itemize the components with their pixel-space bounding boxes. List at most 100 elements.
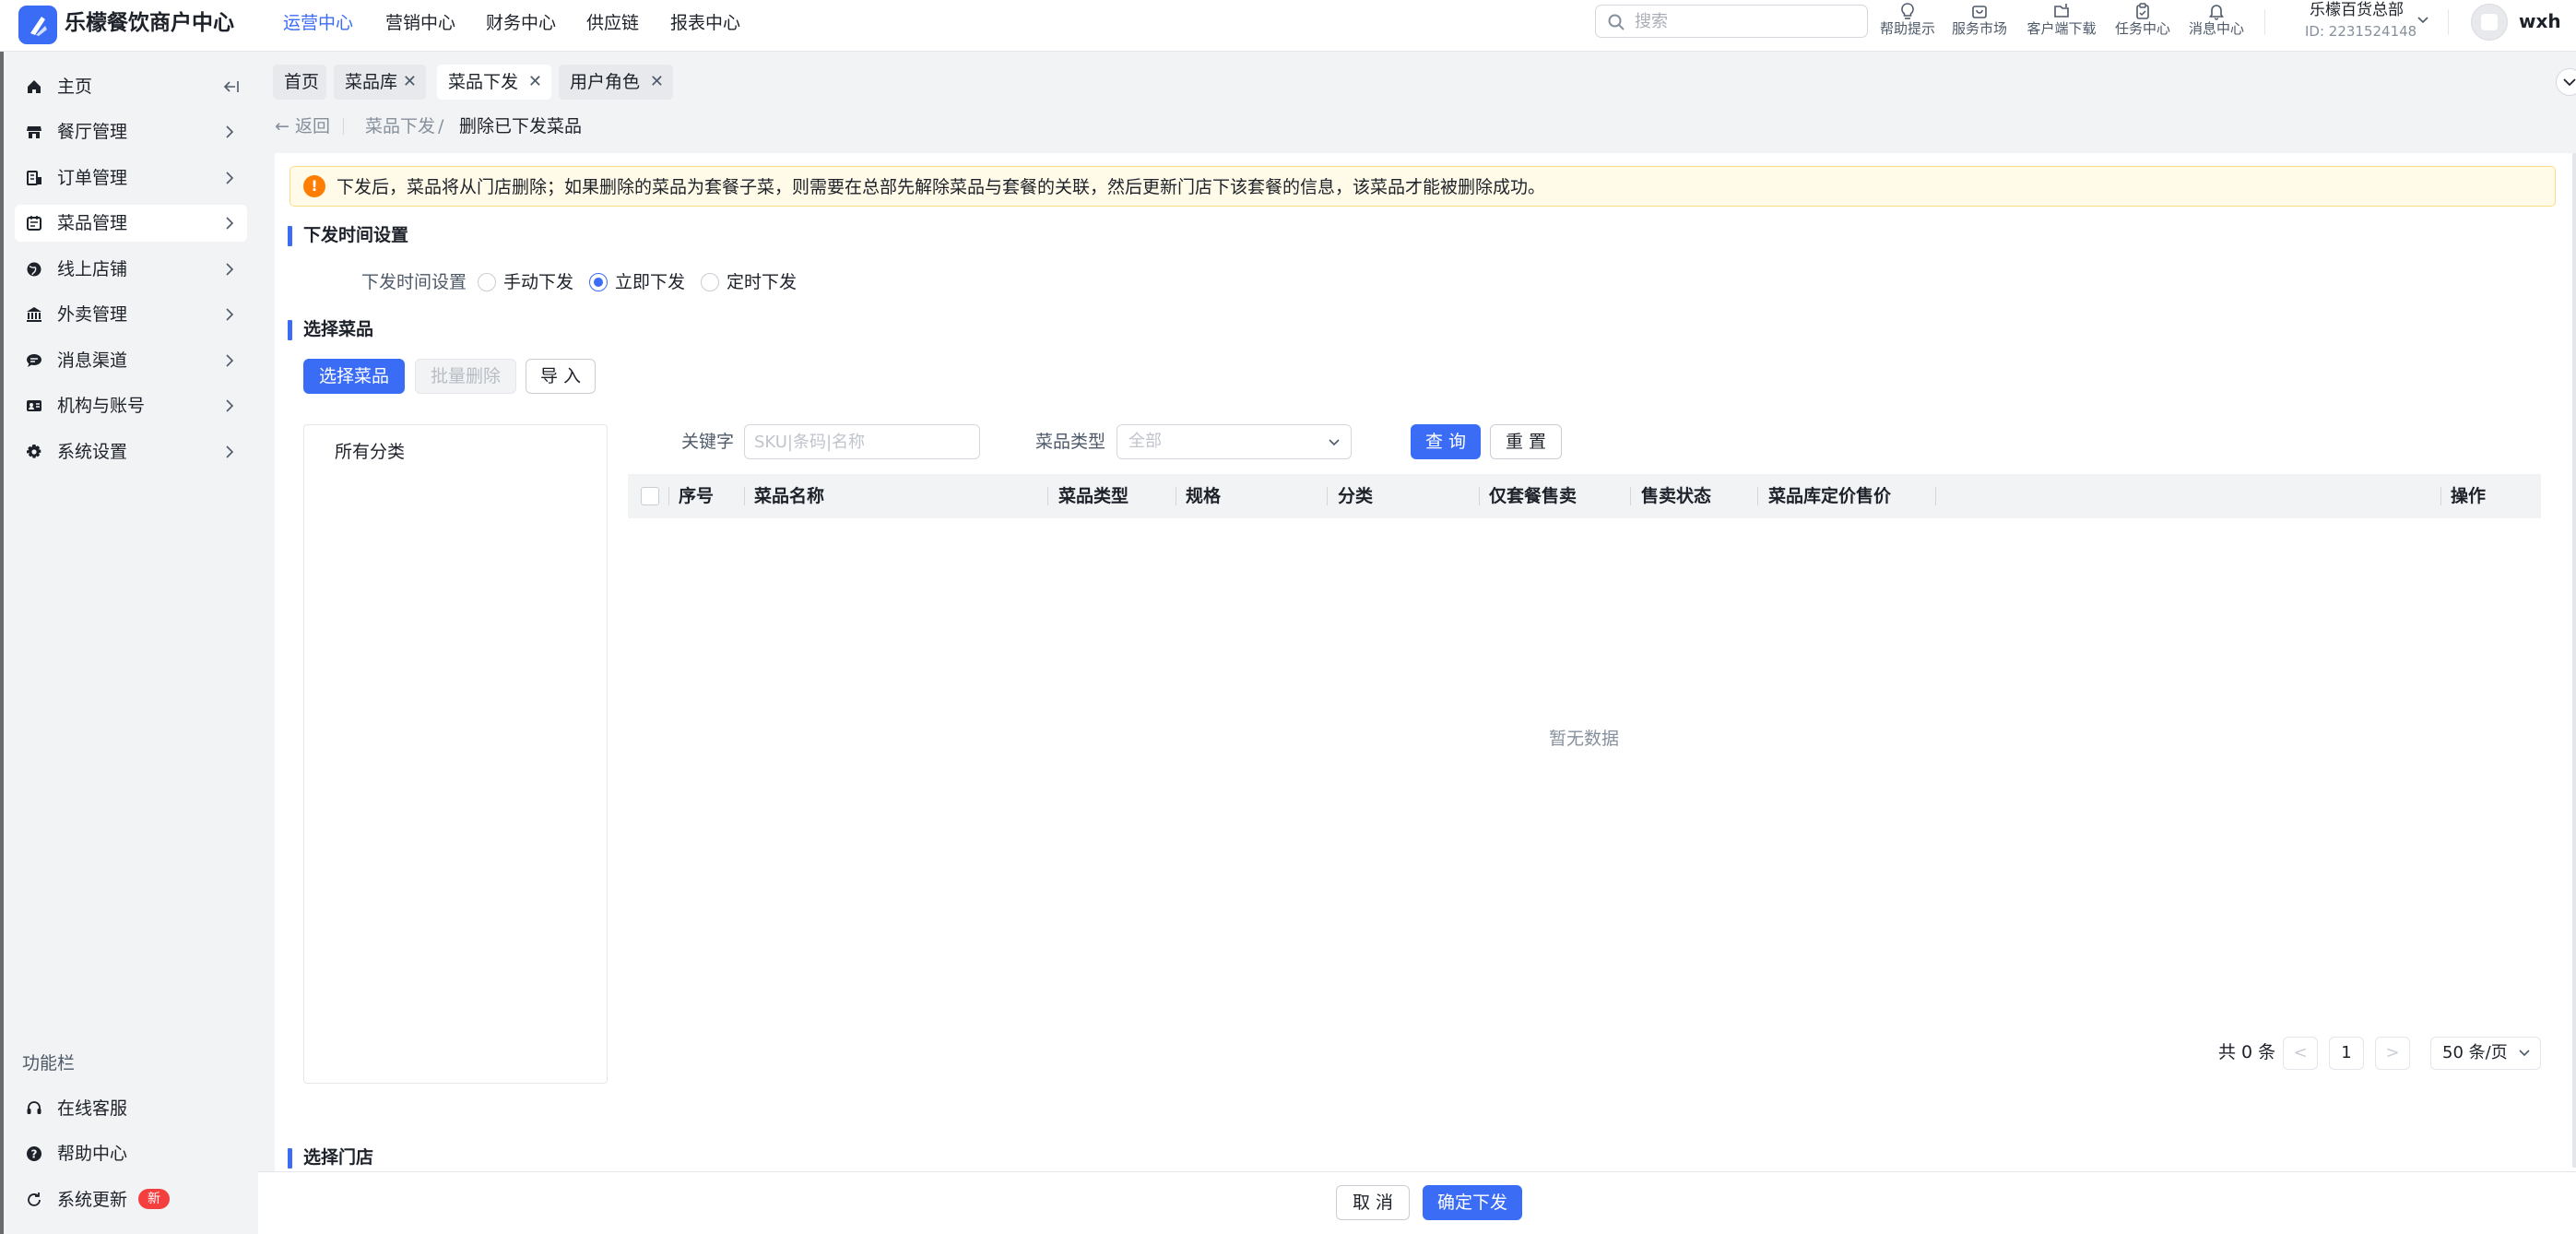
radio-scheduled[interactable]: 定时下发 — [701, 270, 797, 294]
tab-label: 菜品库 — [345, 72, 398, 92]
online-service-label: 在线客服 — [57, 1098, 128, 1119]
back-link[interactable]: ← 返回 — [275, 114, 330, 138]
app-logo-icon[interactable] — [18, 6, 57, 44]
prev-page-button[interactable]: < — [2283, 1037, 2318, 1070]
page-size-select[interactable]: 50 条/页 — [2430, 1037, 2541, 1070]
divider — [2264, 9, 2265, 35]
home-icon — [28, 80, 41, 93]
online-service-item[interactable]: 在线客服 — [15, 1090, 247, 1127]
message-center-button[interactable]: 消息中心 — [2179, 0, 2254, 44]
import-button[interactable]: 导 入 — [526, 359, 596, 394]
divider — [343, 118, 344, 135]
topnav-marketing[interactable]: 营销中心 — [385, 11, 455, 35]
keyword-label: 关键字 — [681, 432, 735, 452]
username[interactable]: wxh — [2519, 9, 2561, 33]
column-divider — [1327, 487, 1328, 505]
help-center-label: 帮助中心 — [57, 1144, 128, 1164]
scrollbar[interactable] — [2572, 153, 2576, 1168]
breadcrumb-current: 删除已下发菜品 — [459, 116, 583, 136]
page-number-button[interactable]: 1 — [2329, 1037, 2364, 1070]
page-size-value: 50 条/页 — [2442, 1043, 2508, 1062]
message-center-label: 消息中心 — [2188, 20, 2244, 37]
sidebar-item-settings[interactable]: 系统设置 — [15, 433, 247, 470]
dish-type-value: 全部 — [1128, 432, 1162, 451]
main-card — [275, 153, 2576, 1171]
avatar[interactable] — [2471, 4, 2508, 41]
close-icon[interactable]: ✕ — [650, 65, 664, 100]
radio-circle — [478, 273, 496, 291]
tab-dish-library[interactable]: 菜品库 ✕ — [334, 65, 426, 100]
bell-icon — [2208, 5, 2225, 20]
tab-home[interactable]: 首页 — [273, 65, 326, 100]
keyword-input[interactable] — [744, 424, 980, 459]
radio-immediate[interactable]: 立即下发 — [589, 270, 685, 294]
sidebar-item-restaurant[interactable]: 餐厅管理 — [15, 113, 247, 150]
chevron-right-icon — [226, 217, 234, 230]
system-update-item[interactable]: 系统更新 新 — [15, 1181, 247, 1218]
chevron-right-icon — [226, 263, 234, 276]
column-header: 序号 — [679, 486, 715, 506]
breadcrumb-separator: / — [438, 116, 444, 136]
select-all-checkbox[interactable] — [641, 487, 659, 505]
chevron-right-icon — [226, 445, 234, 458]
column-divider — [1757, 487, 1758, 505]
search-input[interactable] — [1633, 8, 1859, 34]
lightbulb-icon — [1901, 3, 1914, 19]
tabs-more-button[interactable] — [2556, 68, 2576, 96]
column-header: 分类 — [1338, 486, 1374, 506]
chevron-right-icon — [226, 172, 234, 184]
column-divider — [668, 487, 669, 505]
sidebar-item-label: 机构与账号 — [57, 396, 146, 416]
service-market-button[interactable]: 服务市场 — [1942, 0, 2017, 44]
select-dishes-button[interactable]: 选择菜品 — [303, 359, 405, 394]
chevron-down-icon[interactable] — [2416, 13, 2430, 28]
org-name[interactable]: 乐檬百货总部 — [2310, 0, 2404, 20]
tab-dish-distribute[interactable]: 菜品下发 ✕ — [437, 65, 551, 100]
reset-button[interactable]: 重 置 — [1490, 424, 1562, 459]
search-box[interactable] — [1595, 5, 1868, 38]
client-download-button[interactable]: 客户端下载 — [2024, 0, 2099, 44]
radio-manual[interactable]: 手动下发 — [478, 270, 573, 294]
back-label: 返回 — [294, 116, 330, 136]
sidebar-item-home[interactable]: 主页 — [15, 68, 247, 105]
bank-icon — [27, 307, 41, 322]
breadcrumb-parent[interactable]: 菜品下发 — [365, 114, 435, 138]
topnav-finance[interactable]: 财务中心 — [486, 11, 556, 35]
dish-type-label: 菜品类型 — [1035, 432, 1106, 452]
clipboard-icon — [2136, 3, 2149, 19]
dish-type-select[interactable]: 全部 — [1117, 424, 1352, 459]
category-tree: 所有分类 — [303, 424, 608, 1084]
topnav-supply-chain[interactable]: 供应链 — [586, 11, 639, 35]
sidebar-item-takeaway[interactable]: 外卖管理 — [15, 296, 247, 333]
help-center-item[interactable]: ? 帮助中心 — [15, 1135, 247, 1172]
sidebar-item-orders[interactable]: 订单管理 — [15, 160, 247, 196]
column-header: 菜品名称 — [754, 486, 825, 506]
app-name: 乐檬餐饮商户中心 — [65, 11, 234, 35]
batch-delete-button[interactable]: 批量删除 — [415, 359, 516, 394]
sidebar-item-org-accounts[interactable]: 机构与账号 — [15, 387, 247, 424]
sidebar-item-online-store[interactable]: 线上店铺 — [15, 251, 247, 288]
topnav-operations[interactable]: 运营中心 — [283, 11, 353, 35]
column-divider — [1479, 487, 1480, 505]
sidebar-item-label: 主页 — [57, 77, 93, 97]
confirm-distribute-button[interactable]: 确定下发 — [1423, 1185, 1522, 1220]
dish-icon — [27, 216, 41, 231]
close-icon[interactable]: ✕ — [528, 65, 542, 100]
query-button[interactable]: 查 询 — [1411, 424, 1481, 459]
sidebar-item-dishes[interactable]: 菜品管理 — [15, 205, 247, 242]
svg-text:?: ? — [31, 1148, 38, 1161]
collapse-sidebar-icon[interactable] — [221, 78, 240, 95]
chevron-right-icon — [226, 308, 234, 321]
sidebar-item-message-channel[interactable]: 消息渠道 — [15, 342, 247, 379]
next-page-button[interactable]: > — [2375, 1037, 2410, 1070]
gear-icon — [27, 445, 41, 458]
cancel-button[interactable]: 取 消 — [1336, 1185, 1410, 1220]
tab-user-roles[interactable]: 用户角色 ✕ — [559, 65, 673, 100]
globe-icon — [27, 262, 41, 277]
sidebar-item-label: 订单管理 — [57, 168, 128, 188]
chevron-right-icon — [226, 354, 234, 367]
section-marker — [288, 320, 292, 340]
category-all[interactable]: 所有分类 — [335, 440, 405, 464]
topnav-reports[interactable]: 报表中心 — [670, 11, 740, 35]
close-icon[interactable]: ✕ — [403, 65, 417, 100]
